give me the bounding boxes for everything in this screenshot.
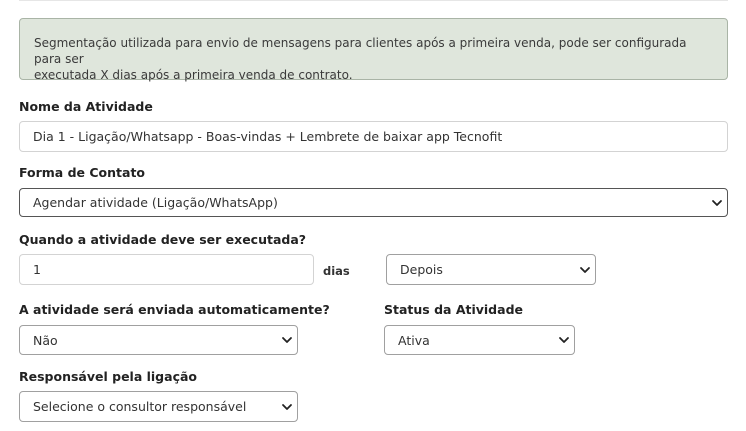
info-text-line-1: Segmentação utilizada para envio de mens… <box>34 36 687 66</box>
contact-form-select[interactable]: Agendar atividade (Ligação/WhatsApp) <box>19 188 728 217</box>
chevron-down-icon <box>580 266 590 273</box>
status-selected: Ativa <box>398 332 430 348</box>
responsible-select[interactable]: Selecione o consultor responsável <box>19 391 298 422</box>
activity-name-value: Dia 1 - Ligação/Whatsapp - Boas-vindas +… <box>33 129 503 144</box>
contact-form-selected: Agendar atividade (Ligação/WhatsApp) <box>33 195 278 210</box>
auto-send-selected: Não <box>33 332 58 348</box>
days-value: 1 <box>33 262 41 277</box>
auto-send-select[interactable]: Não <box>19 325 298 355</box>
days-input[interactable]: 1 <box>19 254 314 285</box>
info-text-line-2: executada X dias após a primeira venda d… <box>34 68 353 82</box>
status-label: Status da Atividade <box>384 302 523 317</box>
days-unit-label: dias <box>323 264 350 278</box>
schedule-label: Quando a atividade deve ser executada? <box>19 232 307 247</box>
status-select[interactable]: Ativa <box>384 325 575 355</box>
contact-form-label: Forma de Contato <box>19 165 146 180</box>
chevron-down-icon <box>282 403 292 410</box>
top-divider <box>19 0 728 1</box>
activity-name-input[interactable]: Dia 1 - Ligação/Whatsapp - Boas-vindas +… <box>19 121 728 152</box>
auto-send-label: A atividade será enviada automaticamente… <box>19 302 330 317</box>
info-alert: Segmentação utilizada para envio de mens… <box>19 18 728 82</box>
chevron-down-icon <box>712 199 722 206</box>
responsible-label: Responsável pela ligação <box>19 369 197 384</box>
chevron-down-icon <box>282 337 292 343</box>
relation-select[interactable]: Depois <box>386 254 596 285</box>
responsible-selected: Selecione o consultor responsável <box>33 399 247 414</box>
activity-name-label: Nome da Atividade <box>19 99 153 114</box>
chevron-down-icon <box>559 337 569 343</box>
relation-selected: Depois <box>400 262 443 277</box>
